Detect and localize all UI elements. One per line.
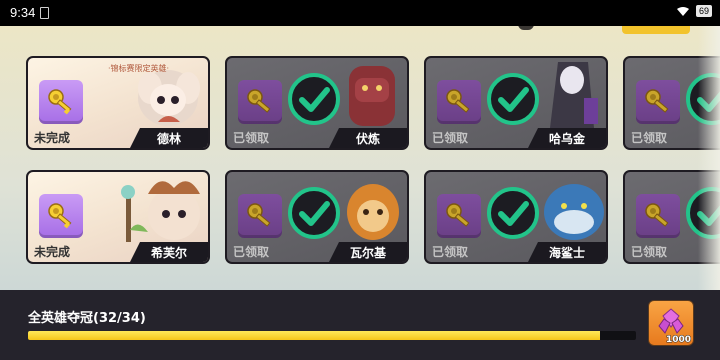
hero-card-fulian[interactable]: 已领取 伏炼: [225, 56, 409, 150]
gem-cluster-icon: [658, 308, 684, 334]
claimed-check-icon: [288, 187, 340, 239]
hero-card-haishashi[interactable]: 已领取 海鲨士: [424, 170, 608, 264]
hero-name-tag: 瓦尔基: [329, 242, 407, 262]
claimed-check-icon: [487, 73, 539, 125]
clock: 9:34: [10, 5, 36, 20]
golden-key-icon: [645, 203, 669, 227]
card-status-label: 已领取: [631, 131, 668, 145]
golden-key-icon: [247, 203, 271, 227]
collection-progress-panel: 全英雄夺冠(32/34) 1000: [0, 290, 720, 360]
card-status-label: 已领取: [233, 131, 270, 145]
hero-name-tag: 海鲨士: [528, 242, 606, 262]
battery-level: 69: [695, 5, 712, 17]
reward-chest-button[interactable]: 1000: [648, 300, 694, 346]
progress-track: [28, 331, 636, 340]
status-bar: 9:34 69: [0, 0, 720, 26]
hero-name-tag: 希芙尔: [130, 242, 208, 262]
key-slot: [437, 80, 481, 124]
key-slot: [39, 194, 83, 238]
wifi-icon: [676, 6, 689, 16]
reward-count: 1000: [665, 335, 691, 346]
card-status-label: 已领取: [233, 245, 270, 259]
card-status-label: 已领取: [432, 245, 469, 259]
golden-key-icon: [48, 89, 72, 115]
key-slot: [238, 80, 282, 124]
hero-name-tag: 哈乌金: [528, 128, 606, 148]
card-status-label: 已领取: [432, 131, 469, 145]
golden-key-icon: [645, 89, 669, 113]
golden-key-icon: [446, 203, 470, 227]
hero-portrait-xifuer: [121, 181, 200, 242]
top-yellow-button[interactable]: [622, 26, 690, 34]
golden-key-icon: [247, 89, 271, 113]
progress-title: 全英雄夺冠(32/34): [28, 311, 146, 326]
scroll-fade: [698, 26, 720, 290]
key-slot: [39, 80, 83, 124]
key-slot: [636, 194, 680, 238]
key-slot: [636, 80, 680, 124]
key-slot: [238, 194, 282, 238]
hero-card-hawujin[interactable]: 已领取 哈乌金: [424, 56, 608, 150]
document-notification-icon: [40, 7, 49, 19]
claimed-check-icon: [487, 187, 539, 239]
card-status-label: 未完成: [34, 131, 71, 145]
top-indicator: [518, 26, 534, 30]
claimed-check-icon: [288, 73, 340, 125]
golden-key-icon: [48, 203, 72, 229]
hero-card-waerji[interactable]: 已领取 瓦尔基: [225, 170, 409, 264]
status-icons: 69: [676, 5, 712, 17]
golden-key-icon: [446, 89, 470, 113]
key-slot: [437, 194, 481, 238]
card-status-label: 未完成: [34, 245, 71, 259]
progress-fill: [28, 331, 601, 340]
hero-card-xifuer[interactable]: 未完成 希芙尔: [26, 170, 210, 264]
card-status-label: 已领取: [631, 245, 668, 259]
hero-name-tag: 德林: [130, 128, 208, 148]
hero-collection-panel: ·锦标赛限定英雄· 未完成 德林 已领取 伏炼 已领取 哈乌金 已领取 未完成 …: [0, 26, 720, 290]
tournament-exclusive-tag: ·锦标赛限定英雄·: [108, 64, 170, 73]
hero-name-tag: 伏炼: [329, 128, 407, 148]
hero-card-delin[interactable]: ·锦标赛限定英雄· 未完成 德林: [26, 56, 210, 150]
